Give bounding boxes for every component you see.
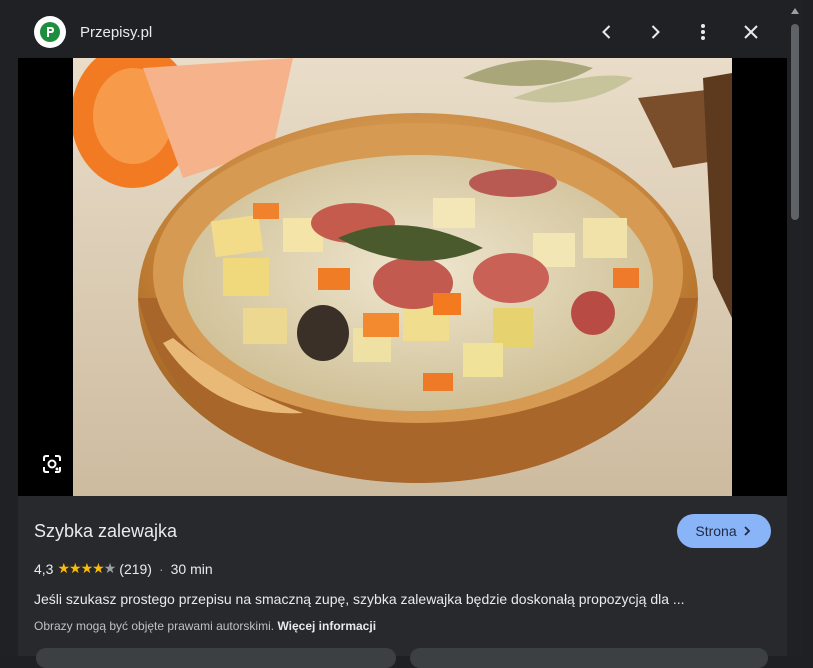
copyright-text: Obrazy mogą być objęte prawami autorskim… — [34, 619, 275, 633]
star-icon: ★ — [92, 560, 105, 576]
result-info-panel: Szybka zalewajka Strona 4,3 ★★★★★ (219) … — [18, 496, 787, 668]
site-logo[interactable] — [34, 16, 66, 48]
rating-stars: ★★★★★ — [57, 560, 117, 577]
recipe-description: Jeśli szukasz prostego przepisu na smacz… — [34, 591, 685, 607]
more-info-link[interactable]: Więcej informacji — [277, 619, 376, 633]
scrollbar-thumb[interactable] — [791, 24, 799, 220]
more-vert-icon — [701, 24, 705, 40]
star-half-icon: ★ — [103, 560, 117, 576]
chevron-left-icon — [602, 25, 611, 39]
soup-photo[interactable] — [73, 58, 732, 496]
chevron-right-icon — [651, 25, 660, 39]
visit-site-button[interactable]: Strona — [677, 514, 771, 548]
google-lens-button[interactable] — [38, 450, 66, 478]
previous-button[interactable] — [593, 18, 621, 46]
rating-count: (219) — [119, 560, 152, 577]
google-lens-icon — [43, 455, 61, 473]
cook-time: 30 min — [170, 560, 213, 577]
scroll-up-arrow-icon[interactable] — [791, 8, 799, 14]
related-chip[interactable] — [410, 648, 768, 668]
more-options-button[interactable] — [689, 18, 717, 46]
meta-separator: · — [158, 560, 164, 577]
copyright-notice: Obrazy mogą być objęte prawami autorskim… — [34, 619, 376, 633]
rating-value: 4,3 — [34, 560, 54, 577]
recipe-meta: 4,3 ★★★★★ (219) · 30 min — [34, 560, 213, 577]
site-name[interactable]: Przepisy.pl — [80, 24, 152, 41]
close-icon — [744, 25, 758, 39]
chevron-right-small-icon — [743, 526, 750, 536]
image-preview-area — [18, 58, 787, 496]
star-icon: ★ — [80, 560, 94, 576]
viewer-header: Przepisy.pl — [18, 6, 787, 58]
related-chip[interactable] — [36, 648, 396, 668]
scrollbar[interactable] — [788, 6, 802, 656]
star-icon: ★ — [57, 560, 70, 576]
visit-button-label: Strona — [695, 523, 737, 539]
przepisy-logo-icon — [40, 22, 60, 42]
next-button[interactable] — [641, 18, 669, 46]
recipe-title[interactable]: Szybka zalewajka — [34, 521, 177, 542]
image-viewer-panel: Przepisy.pl Szybka zalewajka Strona 4,3 … — [0, 0, 802, 668]
soup-bowl-image — [73, 58, 732, 496]
close-button[interactable] — [737, 18, 765, 46]
star-icon: ★ — [69, 560, 82, 576]
